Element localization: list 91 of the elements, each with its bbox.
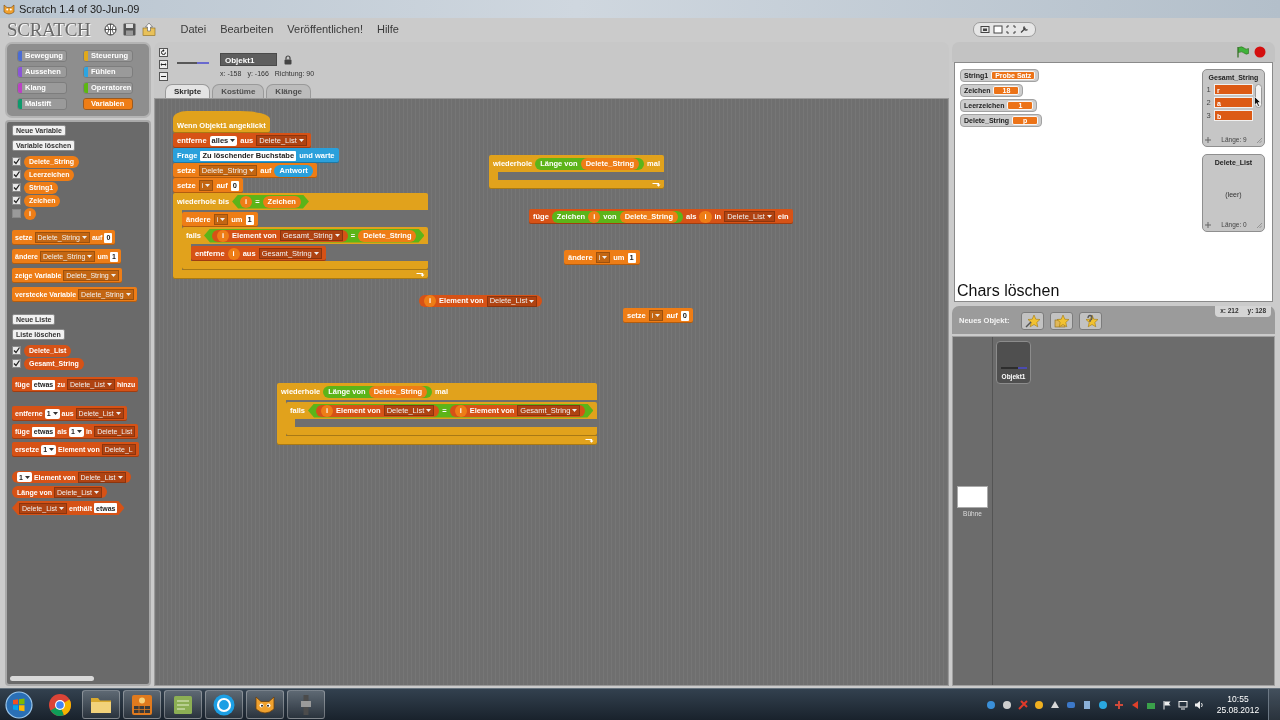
dropdown-caret-icon bbox=[602, 256, 608, 259]
checkbox[interactable] bbox=[12, 157, 21, 166]
round-app-icon bbox=[212, 692, 236, 717]
menu-item[interactable]: Bearbeiten bbox=[216, 23, 278, 35]
tray-app-icon[interactable] bbox=[1002, 699, 1012, 710]
resize-handle-icon[interactable] bbox=[1257, 137, 1262, 143]
dropdown-caret-icon bbox=[59, 506, 65, 510]
taskbar-button[interactable] bbox=[205, 690, 243, 719]
upload-icon[interactable] bbox=[142, 22, 157, 36]
dropdown-caret-icon bbox=[572, 409, 578, 412]
menu-item[interactable]: Datei bbox=[176, 23, 211, 35]
checkbox[interactable] bbox=[12, 346, 21, 355]
dropdown-caret-icon bbox=[298, 139, 304, 142]
lock-icon[interactable] bbox=[284, 54, 292, 65]
cat-icon bbox=[3, 3, 15, 15]
dropdown-caret-icon bbox=[230, 139, 236, 142]
paint-star-icon bbox=[1024, 314, 1041, 328]
tray-app-icon[interactable] bbox=[1098, 699, 1108, 710]
resize-handle-icon[interactable] bbox=[1257, 222, 1262, 228]
dropdown-caret-icon bbox=[125, 293, 131, 296]
large-stage-icon[interactable] bbox=[993, 24, 1003, 34]
dropdown-caret-icon bbox=[313, 252, 319, 255]
globe-icon[interactable] bbox=[104, 22, 118, 36]
clock-date: 25.08.2012 bbox=[1216, 705, 1260, 714]
tab[interactable]: Klänge bbox=[266, 84, 312, 98]
taskbar-button[interactable] bbox=[164, 690, 202, 719]
tray-app-icon[interactable] bbox=[1034, 699, 1044, 710]
checkbox[interactable] bbox=[12, 196, 21, 205]
taskbar-button[interactable] bbox=[123, 690, 161, 719]
dropdown-caret-icon bbox=[655, 314, 661, 317]
dropdown-caret-icon bbox=[115, 412, 121, 415]
speaker-icon[interactable] bbox=[1194, 699, 1204, 710]
dropdown-caret-icon bbox=[76, 430, 82, 433]
rotate-icon[interactable] bbox=[159, 48, 168, 57]
save-icon[interactable] bbox=[123, 22, 137, 36]
dropdown-caret-icon bbox=[110, 274, 116, 277]
checkbox[interactable] bbox=[12, 170, 21, 179]
dropdown-caret-icon bbox=[87, 255, 93, 258]
browser-icon bbox=[48, 692, 72, 717]
dropdown-caret-icon bbox=[529, 299, 535, 303]
monitor-icon[interactable] bbox=[1178, 699, 1188, 710]
dropdown-caret-icon bbox=[426, 409, 432, 412]
dropdown-caret-icon bbox=[94, 490, 100, 494]
show-desktop-button[interactable] bbox=[1268, 689, 1280, 720]
tab[interactable]: Kostüme bbox=[212, 84, 265, 98]
fullscreen-icon[interactable] bbox=[1006, 24, 1016, 34]
mouse-pointer-icon bbox=[1254, 96, 1261, 107]
no-rotation-icon[interactable] bbox=[159, 72, 168, 81]
wrench-icon[interactable] bbox=[1019, 24, 1029, 34]
dropdown-caret-icon bbox=[334, 234, 340, 237]
dropdown-caret-icon bbox=[49, 448, 55, 451]
tab[interactable]: Skripte bbox=[165, 84, 211, 98]
tray-app-icon[interactable] bbox=[986, 699, 996, 710]
dropdown-caret-icon bbox=[107, 383, 113, 386]
small-stage-icon[interactable] bbox=[980, 24, 990, 34]
tray-app-icon[interactable] bbox=[1050, 699, 1060, 710]
folder-star-icon bbox=[1053, 314, 1070, 328]
menu-item[interactable]: Veröffentlichen! bbox=[283, 23, 367, 35]
dropdown-caret-icon bbox=[766, 215, 772, 218]
checkbox[interactable] bbox=[12, 209, 21, 218]
new-sprite-button[interactable] bbox=[1079, 312, 1103, 330]
stage-caption-text: Chars löschen bbox=[957, 282, 1060, 300]
sprite-thumbnail[interactable] bbox=[177, 61, 209, 65]
checkbox[interactable] bbox=[12, 183, 21, 192]
stage-thumbnail[interactable] bbox=[957, 486, 988, 509]
sprite-name-field[interactable]: Objekt1 bbox=[220, 53, 277, 66]
dropdown-caret-icon bbox=[205, 184, 211, 187]
menu-item[interactable]: Hilfe bbox=[373, 23, 403, 35]
left-right-icon[interactable] bbox=[159, 60, 168, 69]
dropdown-caret-icon bbox=[220, 218, 226, 221]
taskbar-button[interactable] bbox=[246, 690, 284, 719]
start-button[interactable] bbox=[2, 689, 36, 720]
dropdown-caret-icon bbox=[81, 236, 87, 239]
flag-icon[interactable] bbox=[1162, 699, 1172, 710]
dropdown-caret-icon bbox=[249, 169, 255, 172]
sprite-thumbnail bbox=[1000, 365, 1027, 370]
taskbar-button[interactable] bbox=[82, 690, 120, 719]
dropdown-caret-icon bbox=[52, 412, 58, 415]
grid-tile-icon bbox=[130, 692, 154, 717]
scratch-logo: SCRATCH bbox=[7, 19, 91, 39]
window-title: Scratch 1.4 of 30-Jun-09 bbox=[19, 3, 140, 15]
tray-app-icon[interactable] bbox=[1082, 699, 1092, 710]
clock-time: 10:55 bbox=[1227, 695, 1249, 704]
loop-arrow-icon bbox=[416, 272, 426, 277]
checkbox[interactable] bbox=[12, 359, 21, 368]
stop-icon[interactable] bbox=[1254, 46, 1266, 58]
loop-arrow-icon bbox=[585, 438, 595, 443]
scrollbar[interactable] bbox=[10, 676, 94, 681]
dropdown-caret-icon bbox=[24, 475, 30, 479]
dropdown-caret-icon bbox=[117, 475, 123, 479]
loop-arrow-icon bbox=[652, 182, 661, 187]
